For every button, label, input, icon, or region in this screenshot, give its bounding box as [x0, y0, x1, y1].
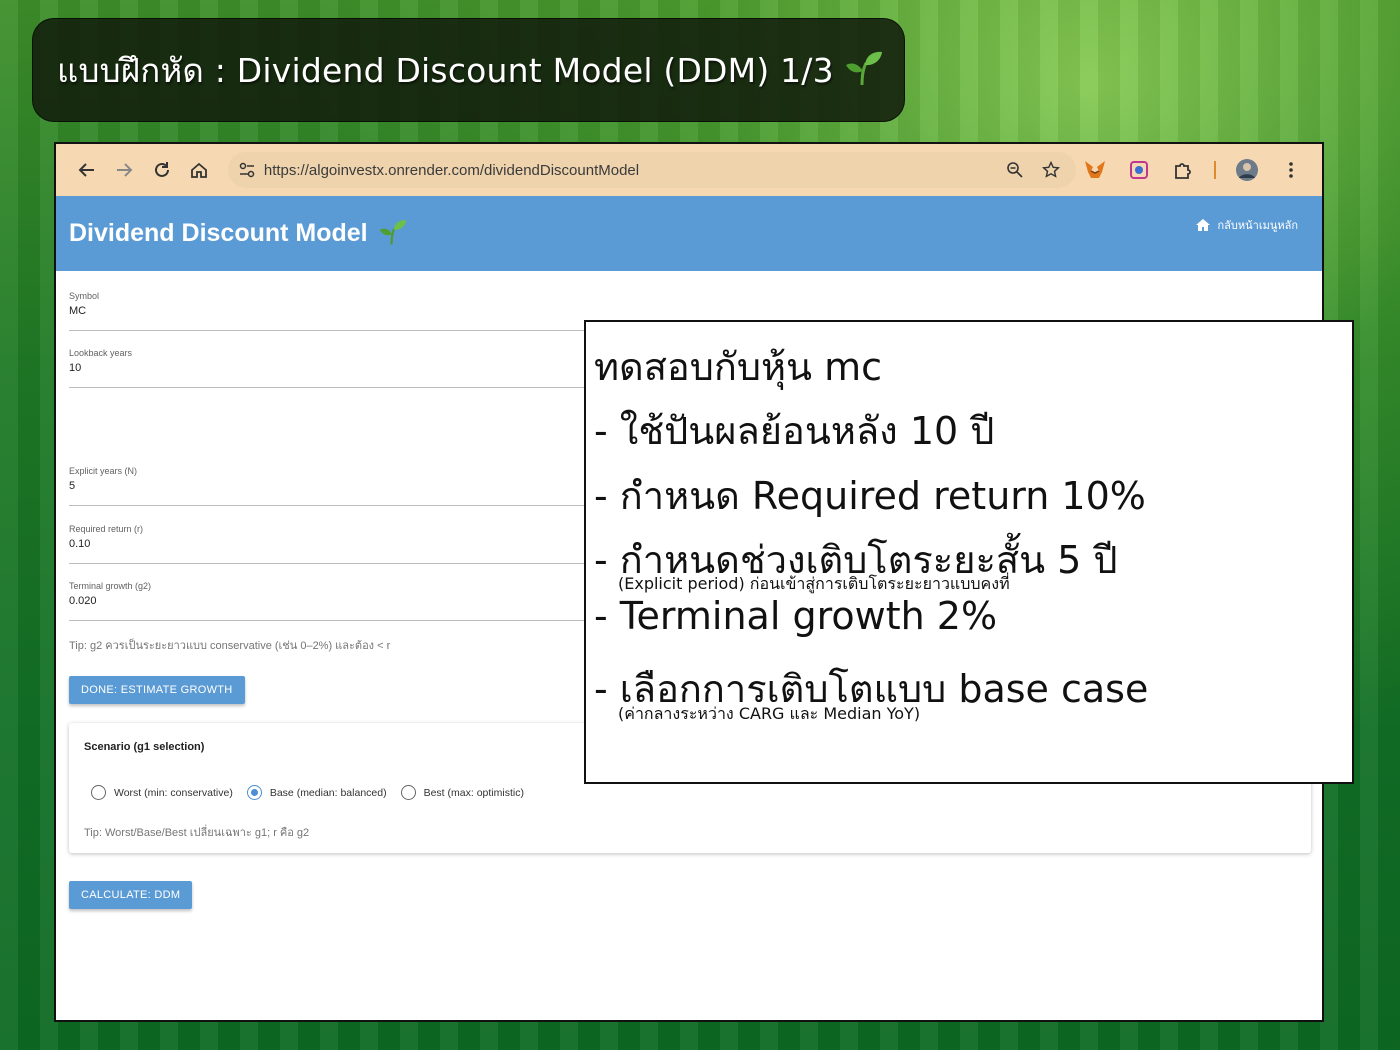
browser-toolbar: https://algoinvestx.onrender.com/dividen… [56, 144, 1322, 196]
scenario-radio-group: Worst (min: conservative) Base (median: … [91, 785, 538, 800]
radio-best[interactable]: Best (max: optimistic) [400, 785, 524, 800]
radio-worst-circle[interactable] [91, 785, 106, 800]
extensions-button[interactable] [1164, 151, 1202, 189]
metamask-extension-button[interactable] [1076, 151, 1114, 189]
toolbar-separator [1214, 161, 1217, 179]
callout-line-1: ทดสอบกับหุ้น mc [594, 345, 883, 389]
metamask-icon [1085, 161, 1106, 178]
app-header: Dividend Discount Model กลับหน้าเมนูหลัก [56, 196, 1322, 271]
extensions-area [1076, 151, 1310, 189]
symbol-label: Symbol [69, 291, 100, 301]
url-text: https://algoinvestx.onrender.com/dividen… [263, 161, 640, 179]
scenario-tip: Tip: Worst/Base/Best เปลี่ยนเฉพาะ g1; r … [84, 827, 310, 839]
radio-best-circle[interactable] [400, 785, 416, 800]
g2-tip: Tip: g2 ควรเป็นระยะยาวแบบ conservative (… [69, 640, 391, 652]
home-button[interactable] [180, 151, 217, 189]
calculate-ddm-button[interactable]: CALCULATE: DDM [69, 881, 193, 909]
required-return-label: Required return (r) [69, 524, 144, 534]
profile-button[interactable] [1228, 151, 1266, 189]
lookback-years-label: Lookback years [69, 348, 133, 358]
menu-button[interactable] [1272, 151, 1310, 189]
symbol-value: MC [69, 305, 87, 317]
camera-extension-icon [1130, 161, 1149, 179]
zoom-icon[interactable] [1006, 161, 1024, 179]
back-to-main-menu-link[interactable]: กลับหน้าเมนูหลัก [1195, 216, 1298, 234]
radio-worst[interactable]: Worst (min: conservative) [91, 785, 233, 800]
lookback-years-field[interactable]: Lookback years 10 [69, 348, 589, 388]
banner-title: แบบฝึกหัด : Dividend Discount Model (DDM… [57, 50, 834, 90]
callout-line-3: - กำหนด Required return 10% [594, 474, 1146, 518]
camera-extension-button[interactable] [1120, 151, 1158, 189]
callout-line-6-sub: (ค่ากลางระหว่าง CARG และ Median YoY) [618, 704, 921, 723]
explicit-years-field[interactable]: Explicit years (N) 5 [69, 466, 589, 506]
radio-best-label: Best (max: optimistic) [423, 786, 524, 799]
puzzle-icon [1175, 163, 1191, 179]
address-bar[interactable]: https://algoinvestx.onrender.com/dividen… [227, 152, 1077, 188]
home-icon [1196, 219, 1211, 231]
scenario-title: Scenario (g1 selection) [84, 741, 205, 753]
radio-base[interactable]: Base (median: balanced) [246, 785, 387, 800]
title-banner: แบบฝึกหัด : Dividend Discount Model (DDM… [32, 18, 905, 122]
reload-icon [154, 162, 169, 177]
radio-base-circle[interactable] [246, 785, 262, 800]
home-link-label: กลับหน้าเมนูหลัก [1217, 220, 1298, 232]
required-return-field[interactable]: Required return (r) 0.10 [69, 524, 589, 564]
home-icon [191, 162, 208, 178]
callout-line-5: - Terminal growth 2% [594, 594, 998, 638]
back-icon [78, 163, 94, 177]
site-settings-icon[interactable] [238, 161, 256, 179]
annotation-callout: ทดสอบกับหุ้น mc - ใช้ปันผลย้อนหลัง 10 ปี… [584, 320, 1354, 784]
estimate-growth-button[interactable]: DONE: ESTIMATE GROWTH [69, 676, 245, 704]
sprout-icon [844, 49, 884, 91]
lookback-years-value: 10 [69, 362, 82, 374]
back-button[interactable] [68, 151, 105, 189]
app-title: Dividend Discount Model [69, 219, 368, 247]
forward-icon [117, 163, 133, 177]
terminal-growth-value: 0.020 [69, 595, 97, 607]
reload-button[interactable] [143, 151, 180, 189]
sprout-icon [378, 218, 408, 250]
terminal-growth-field[interactable]: Terminal growth (g2) 0.020 [69, 581, 589, 621]
explicit-years-label: Explicit years (N) [69, 466, 138, 476]
callout-line-2: - ใช้ปันผลย้อนหลัง 10 ปี [594, 409, 995, 453]
forward-button[interactable] [105, 151, 142, 189]
star-icon[interactable] [1042, 161, 1061, 179]
radio-worst-label: Worst (min: conservative) [114, 786, 233, 799]
radio-base-label: Base (median: balanced) [269, 786, 387, 799]
kebab-menu-icon [1289, 162, 1293, 178]
symbol-field[interactable]: Symbol MC [69, 291, 589, 331]
explicit-years-value: 5 [69, 480, 76, 492]
required-return-value: 0.10 [69, 538, 91, 550]
terminal-growth-label: Terminal growth (g2) [69, 581, 152, 591]
profile-avatar [1236, 159, 1259, 181]
